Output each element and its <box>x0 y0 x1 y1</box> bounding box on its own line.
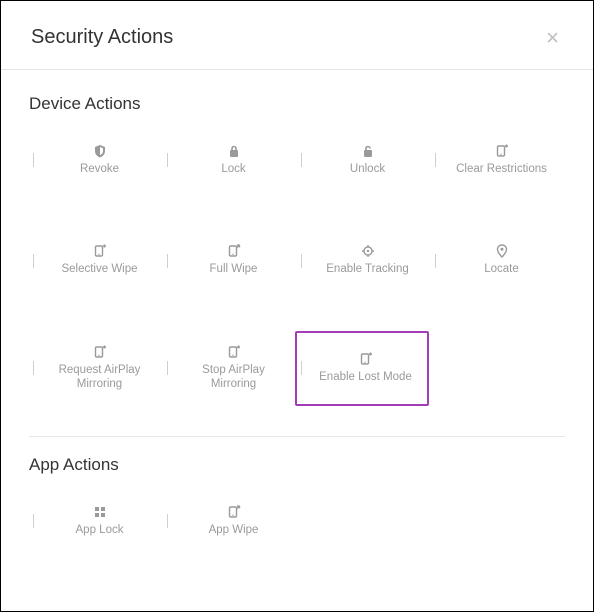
selective-wipe-inner: Selective Wipe <box>40 244 159 276</box>
unlock-label: Unlock <box>350 162 385 176</box>
locate-action[interactable]: Locate <box>431 230 565 290</box>
stop-airplay-label: Stop AirPlay Mirroring <box>202 363 265 392</box>
device-plus-icon <box>93 244 107 258</box>
revoke-inner: Revoke <box>40 144 159 176</box>
target-icon <box>361 244 375 258</box>
app-lock-label: App Lock <box>76 523 124 537</box>
shield-revoke-icon <box>93 144 107 158</box>
separator <box>167 153 168 167</box>
separator <box>435 254 436 268</box>
request-airplay-label: Request AirPlay Mirroring <box>59 363 141 392</box>
unlock-inner: Unlock <box>308 144 427 176</box>
app-wipe-inner: App Wipe <box>174 505 293 537</box>
device-plus-icon <box>495 144 509 158</box>
pin-icon <box>495 244 509 258</box>
device-plus-icon <box>359 352 373 366</box>
dialog-header: Security Actions × <box>1 1 593 70</box>
clear-restrictions-inner: Clear Restrictions <box>442 144 561 176</box>
dialog-body: Device Actions Revoke Lock Unlock Clear Res… <box>1 70 593 569</box>
selective-wipe-action[interactable]: Selective Wipe <box>29 230 163 290</box>
clear-restrictions-action[interactable]: Clear Restrictions <box>431 130 565 190</box>
revoke-label: Revoke <box>80 162 119 176</box>
device-plus-icon <box>227 345 241 359</box>
request-airplay-action[interactable]: Request AirPlay Mirroring <box>29 331 163 406</box>
device-plus-icon <box>93 345 107 359</box>
separator <box>301 361 302 375</box>
full-wipe-action[interactable]: Full Wipe <box>163 230 297 290</box>
app-lock-inner: App Lock <box>40 505 159 537</box>
separator <box>33 153 34 167</box>
separator <box>301 254 302 268</box>
app-wipe-label: App Wipe <box>209 523 259 537</box>
separator <box>167 254 168 268</box>
separator <box>167 361 168 375</box>
separator <box>33 514 34 528</box>
device-arrow-icon <box>227 244 241 258</box>
locate-label: Locate <box>484 262 519 276</box>
section-divider <box>29 436 565 437</box>
stop-airplay-action[interactable]: Stop AirPlay Mirroring <box>163 331 297 406</box>
app-grid-icon <box>93 505 107 519</box>
request-airplay-inner: Request AirPlay Mirroring <box>40 345 159 392</box>
app-actions-grid: App Lock App Wipe <box>29 491 565 551</box>
separator <box>301 153 302 167</box>
unlock-icon <box>361 144 375 158</box>
unlock-action[interactable]: Unlock <box>297 130 431 190</box>
separator <box>167 514 168 528</box>
dialog-title: Security Actions <box>31 26 173 49</box>
app-wipe-action[interactable]: App Wipe <box>163 491 297 551</box>
device-arrow-icon <box>227 505 241 519</box>
separator <box>33 361 34 375</box>
selective-wipe-label: Selective Wipe <box>61 262 137 276</box>
locate-inner: Locate <box>442 244 561 276</box>
lock-icon <box>227 144 241 158</box>
lock-action[interactable]: Lock <box>163 130 297 190</box>
separator <box>33 254 34 268</box>
lock-label: Lock <box>221 162 245 176</box>
lock-inner: Lock <box>174 144 293 176</box>
enable-lost-mode-label: Enable Lost Mode <box>319 370 412 384</box>
enable-tracking-inner: Enable Tracking <box>308 244 427 276</box>
device-actions-heading: Device Actions <box>29 94 565 114</box>
stop-airplay-inner: Stop AirPlay Mirroring <box>174 345 293 392</box>
enable-lost-mode-action[interactable]: Enable Lost Mode <box>295 331 429 406</box>
enable-lost-mode-inner: Enable Lost Mode <box>308 352 423 384</box>
separator <box>435 153 436 167</box>
app-actions-heading: App Actions <box>29 455 565 475</box>
revoke-action[interactable]: Revoke <box>29 130 163 190</box>
full-wipe-inner: Full Wipe <box>174 244 293 276</box>
full-wipe-label: Full Wipe <box>210 262 258 276</box>
enable-tracking-action[interactable]: Enable Tracking <box>297 230 431 290</box>
enable-tracking-label: Enable Tracking <box>326 262 408 276</box>
clear-restrictions-label: Clear Restrictions <box>456 162 547 176</box>
device-actions-grid: Revoke Lock Unlock Clear Restrictions Select… <box>29 130 565 406</box>
app-lock-action[interactable]: App Lock <box>29 491 163 551</box>
close-icon[interactable]: × <box>546 27 563 49</box>
